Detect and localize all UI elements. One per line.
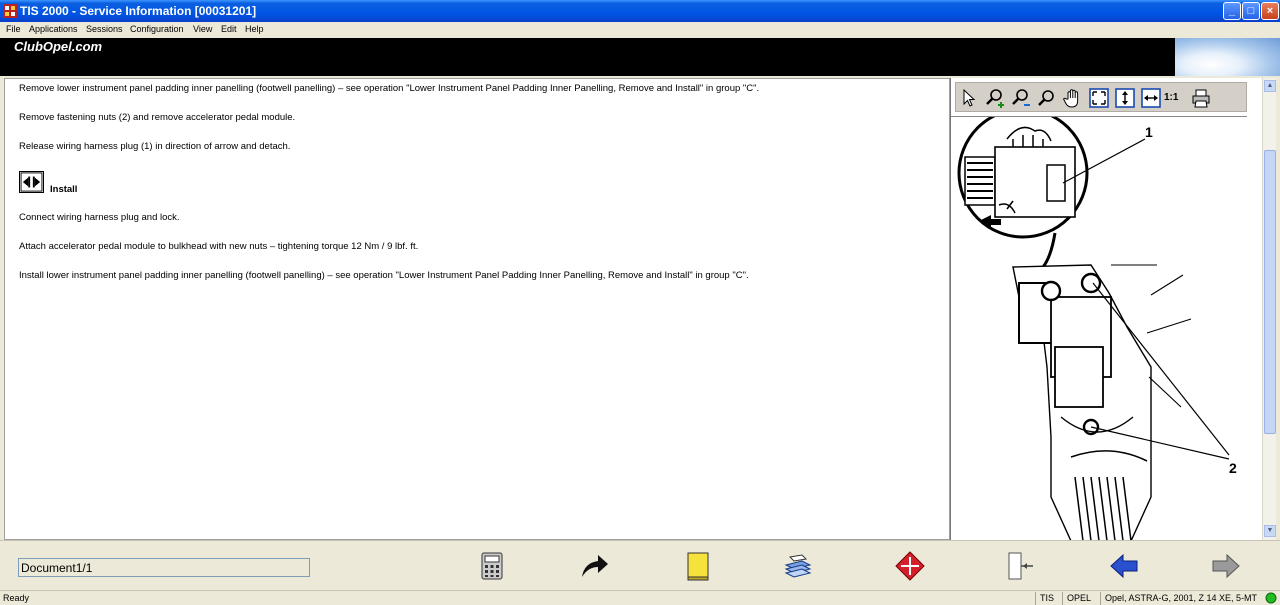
- menu-bar: File Applications Sessions Configuration…: [0, 22, 1280, 38]
- menu-applications[interactable]: Applications: [29, 24, 78, 34]
- status-application: TIS: [1040, 593, 1055, 603]
- menu-file[interactable]: File: [6, 24, 21, 34]
- pointer-icon[interactable]: [958, 87, 980, 109]
- status-separator: [1062, 592, 1063, 605]
- status-light-icon: [1265, 592, 1277, 604]
- menu-view[interactable]: View: [193, 24, 212, 34]
- diagram-canvas[interactable]: 1 2: [951, 116, 1247, 540]
- minimize-button[interactable]: _: [1223, 2, 1241, 20]
- notepad-icon[interactable]: [682, 551, 714, 581]
- zoom-out-icon[interactable]: [1010, 87, 1032, 109]
- install-heading: Install: [50, 184, 78, 195]
- sky-image: [1175, 38, 1280, 76]
- window-title: TIS 2000 - Service Information [00031201…: [20, 4, 257, 18]
- scroll-up-icon[interactable]: ▲: [1264, 80, 1276, 92]
- fit-height-icon[interactable]: [1114, 87, 1136, 109]
- fit-width-icon[interactable]: [1140, 87, 1162, 109]
- header-banner: ClubOpel.com: [0, 38, 1280, 76]
- status-make: OPEL: [1067, 593, 1092, 603]
- back-arrow-icon[interactable]: [1108, 551, 1140, 581]
- menu-edit[interactable]: Edit: [221, 24, 237, 34]
- status-separator: [1100, 592, 1101, 605]
- scroll-thumb[interactable]: [1264, 150, 1276, 434]
- maximize-button[interactable]: □: [1242, 2, 1260, 20]
- stack-pages-icon[interactable]: [782, 551, 814, 581]
- install-icon: [19, 171, 44, 193]
- zoom-in-icon[interactable]: [984, 87, 1006, 109]
- vertical-scrollbar[interactable]: ▲ ▼: [1262, 78, 1276, 540]
- document-content: Remove lower instrument panel padding in…: [4, 78, 950, 540]
- remove-step-2: Remove fastening nuts (2) and remove acc…: [19, 112, 296, 123]
- install-step-2: Attach accelerator pedal module to bulkh…: [19, 241, 419, 252]
- pan-hand-icon[interactable]: [1062, 87, 1084, 109]
- callout-1-label: 1: [1145, 124, 1153, 140]
- status-separator: [1035, 592, 1036, 605]
- status-text: Ready: [3, 593, 30, 603]
- bottom-toolbar: Document1/1: [0, 540, 1280, 590]
- print-icon[interactable]: [1190, 87, 1212, 109]
- remove-step-1: Remove lower instrument panel padding in…: [19, 83, 760, 94]
- install-step-3: Install lower instrument panel padding i…: [19, 270, 749, 281]
- next-arrow-icon[interactable]: [1210, 551, 1242, 581]
- tis-app-icon[interactable]: [3, 4, 17, 18]
- remove-step-3: Release wiring harness plug (1) in direc…: [19, 141, 291, 152]
- stop-diamond-icon[interactable]: [894, 551, 926, 581]
- menu-configuration[interactable]: Configuration: [130, 24, 184, 34]
- forward-arrow-icon[interactable]: [578, 551, 610, 581]
- menu-sessions[interactable]: Sessions: [86, 24, 123, 34]
- window-titlebar: TIS 2000 - Service Information [00031201…: [0, 0, 1280, 22]
- document-counter-field: Document1/1: [18, 558, 310, 577]
- scroll-down-icon[interactable]: ▼: [1264, 525, 1276, 537]
- status-bar: Ready TIS OPEL Opel, ASTRA-G, 2001, Z 14…: [0, 590, 1280, 605]
- actual-size-icon[interactable]: 1:1: [1164, 92, 1188, 114]
- calculator-icon[interactable]: [476, 551, 508, 581]
- clubopel-logo: ClubOpel.com: [14, 39, 103, 54]
- zoom-icon[interactable]: [1036, 87, 1058, 109]
- viewer-toolbar: 1:1: [955, 82, 1247, 112]
- callout-2-label: 2: [1229, 460, 1237, 476]
- fit-page-icon[interactable]: [1088, 87, 1110, 109]
- status-vehicle: Opel, ASTRA-G, 2001, Z 14 XE, 5-MT: [1105, 593, 1258, 603]
- menu-help[interactable]: Help: [245, 24, 264, 34]
- image-viewer: 1:1 1 2: [950, 78, 1262, 540]
- accelerator-pedal-diagram: 1 2: [957, 117, 1237, 540]
- install-step-1: Connect wiring harness plug and lock.: [19, 212, 180, 223]
- close-button[interactable]: ×: [1261, 2, 1279, 20]
- exit-door-icon[interactable]: [1004, 551, 1036, 581]
